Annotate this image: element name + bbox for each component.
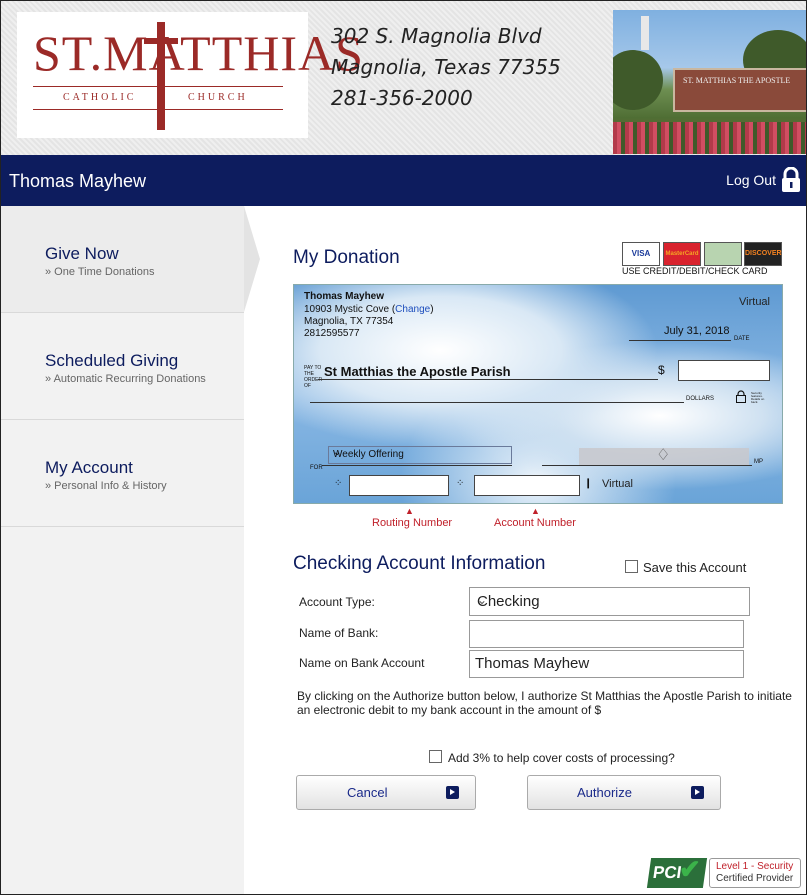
check-date: July 31, 2018	[664, 325, 730, 337]
active-indicator-arrow	[244, 206, 260, 312]
sidebar-item-title: My Account	[45, 458, 133, 477]
sidebar-item-title: Give Now	[45, 244, 119, 263]
virtual-label: Virtual	[739, 296, 770, 308]
security-features-text: Security features. Details on back.	[751, 391, 765, 404]
lock-icon[interactable]	[781, 167, 801, 193]
cards-caption: USE CREDIT/DEBIT/CHECK CARD	[622, 266, 768, 276]
arrow-up-icon: ▲	[405, 506, 414, 516]
processing-fee-label: Add 3% to help cover costs of processing…	[448, 751, 675, 765]
flower-bed	[613, 122, 806, 154]
date-line	[629, 340, 731, 341]
address-city: Magnolia, Texas 77355	[331, 55, 561, 79]
sidebar-item-subtitle: » One Time Donations	[45, 266, 155, 278]
church-photo: ST. MATTHIAS THE APOSTLE	[613, 10, 806, 154]
church-phone: 281-356-2000	[331, 86, 473, 110]
security-lock-icon	[736, 390, 746, 403]
name-on-account-value: Thomas Mayhew	[475, 655, 590, 672]
for-label: FOR	[310, 465, 323, 471]
routing-number-input[interactable]	[349, 475, 449, 496]
visa-card-icon: VISA	[622, 242, 660, 266]
address-street: 302 S. Magnolia Blvd	[331, 24, 542, 48]
sidebar-item-subtitle: » Personal Info & History	[45, 480, 167, 492]
chevron-down-icon: ⌄	[333, 447, 342, 458]
site-header: ST.MATTHIAS CATHOLIC CHURCH 302 S. Magno…	[1, 1, 806, 155]
mp-label: MP	[754, 459, 763, 465]
micr-transit-icon: ⁘	[456, 478, 465, 489]
signature-line	[542, 465, 752, 466]
checkmark-icon: ✔	[679, 854, 701, 884]
account-type-label: Account Type:	[299, 595, 375, 609]
name-on-account-input[interactable]: Thomas Mayhew	[469, 650, 744, 678]
amount-input[interactable]	[678, 360, 770, 381]
dollar-sign: $	[658, 363, 665, 377]
user-name: Thomas Mayhew	[9, 171, 147, 191]
church-sign: ST. MATTHIAS THE APOSTLE	[673, 68, 806, 112]
payee-line	[318, 379, 658, 380]
payer-address: 10903 Mystic Cove (Change)	[304, 304, 434, 315]
arrow-right-icon	[446, 786, 459, 799]
payer-city: Magnolia, TX 77354	[304, 316, 394, 327]
change-address-link[interactable]: Change	[395, 304, 430, 315]
account-type-select[interactable]: Checking ⌄	[469, 587, 750, 616]
virtual-check: Thomas Mayhew 10903 Mystic Cove (Change)…	[293, 284, 783, 504]
church-logo[interactable]: ST.MATTHIAS CATHOLIC CHURCH	[17, 12, 363, 138]
donation-heading: My Donation	[293, 247, 400, 268]
pci-certification: Level 1 - Security Certified Provider	[709, 858, 801, 888]
statue-shape	[641, 16, 649, 50]
arrow-right-icon	[691, 786, 704, 799]
micr-onus-icon: ❙	[584, 478, 593, 489]
arrow-up-icon: ▲	[531, 506, 540, 516]
payer-name: Thomas Mayhew	[304, 291, 385, 302]
sidebar-item-scheduled-giving[interactable]: Scheduled Giving » Automatic Recurring D…	[1, 313, 244, 420]
save-account-checkbox[interactable]	[625, 560, 638, 573]
sidebar-item-give-now[interactable]: Give Now » One Time Donations	[1, 206, 244, 313]
cancel-button[interactable]: Cancel	[296, 775, 476, 810]
pci-badge: PCI ✔ Level 1 - Security Certified Provi…	[646, 854, 801, 890]
accepted-cards: VISA MasterCard DISCOVER USE CREDIT/DEBI…	[622, 242, 782, 276]
memo-select[interactable]: Weekly Offering ⌄	[328, 446, 512, 464]
account-number-label: Account Number	[494, 517, 576, 529]
sidebar-item-title: Scheduled Giving	[45, 351, 179, 370]
logo-text: ST.MATTHIAS	[33, 25, 364, 81]
sidebar-item-my-account[interactable]: My Account » Personal Info & History	[1, 420, 244, 527]
micr-transit-icon: ⁘	[334, 478, 343, 489]
account-number-input[interactable]	[474, 475, 580, 496]
sidebar-item-subtitle: » Automatic Recurring Donations	[45, 373, 206, 385]
save-account-label: Save this Account	[643, 560, 747, 575]
processing-fee-checkbox[interactable]	[429, 750, 442, 763]
routing-number-label: Routing Number	[372, 517, 453, 529]
dollars-label: DOLLARS	[686, 396, 715, 402]
user-bar: Thomas Mayhew Log Out	[1, 155, 806, 206]
payee-name: St Matthias the Apostle Parish	[324, 364, 511, 379]
dollars-line	[310, 402, 684, 403]
bank-name-label: Name of Bank:	[299, 626, 379, 640]
church-address: 302 S. Magnolia Blvd Magnolia, Texas 773…	[331, 21, 561, 114]
check-card-icon	[704, 242, 742, 266]
checking-heading: Checking Account Information	[293, 553, 546, 574]
mastercard-icon: MasterCard	[663, 242, 701, 266]
page-frame: ST.MATTHIAS CATHOLIC CHURCH 302 S. Magno…	[0, 0, 807, 895]
puzzle-icon: ♢	[656, 447, 671, 464]
date-label: DATE	[734, 336, 750, 342]
logout-link[interactable]: Log Out	[726, 172, 776, 188]
authorize-button[interactable]: Authorize	[527, 775, 721, 810]
chevron-down-icon: ⌄	[477, 593, 488, 607]
sidebar: Give Now » One Time Donations Scheduled …	[1, 206, 244, 894]
bank-name-input[interactable]	[469, 620, 744, 648]
discover-card-icon: DISCOVER	[744, 242, 782, 266]
logo-cross-bar	[144, 38, 178, 44]
authorization-text: By clicking on the Authorize button belo…	[297, 689, 792, 717]
payer-phone: 2812595577	[304, 328, 360, 339]
memo-line	[322, 465, 512, 466]
name-on-account-label: Name on Bank Account	[299, 656, 425, 670]
tree-shape	[613, 50, 663, 110]
micr-virtual-label: Virtual	[602, 478, 633, 490]
